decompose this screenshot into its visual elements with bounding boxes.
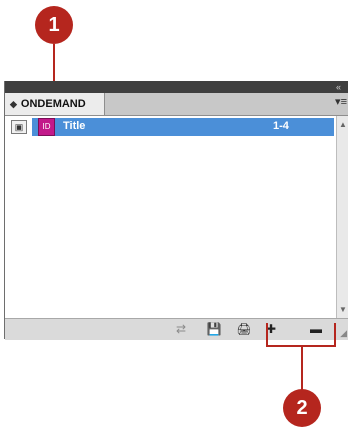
document-pages: 1-4 [273,120,289,132]
panel-tab-row: ◆ ONDEMAND ▾≡ [5,93,348,116]
book-document-list: ▣ ID Title 1-4 [5,116,336,318]
callout-1: 1 [35,6,73,44]
vertical-scrollbar[interactable]: ▲ ▼ [336,116,348,318]
sync-source-icon[interactable]: ▣ [11,120,27,134]
resize-grip-icon[interactable]: ◢ [340,328,347,339]
tab-ondemand[interactable]: ◆ ONDEMAND [5,93,105,115]
callout-2-bracket-left [266,323,268,347]
callout-2: 2 [283,389,321,427]
callout-2-leader [301,345,303,390]
indesign-document-icon: ID [38,118,55,136]
remove-document-icon[interactable]: ▬ [308,322,324,336]
synchronize-icon[interactable]: ⇄ [173,322,189,336]
panel-toolbar: ⇄ 💾 🖨 ✚ ▬ ◢ [5,318,348,340]
tab-arrows-icon: ◆ [10,98,17,109]
collapse-icon[interactable]: « [336,81,341,93]
scroll-down-icon[interactable]: ▼ [339,305,347,314]
panel-titlebar[interactable]: « [5,81,348,93]
callout-2-bracket-right [334,323,336,347]
print-book-icon[interactable]: 🖨 [236,322,252,336]
book-panel: « ◆ ONDEMAND ▾≡ ▣ ID Title 1-4 ▲ ▼ ⇄ 💾 🖨… [4,81,348,340]
document-name: Title [63,120,86,132]
panel-menu-icon[interactable]: ▾≡ [335,95,347,108]
list-item[interactable]: ▣ ID Title 1-4 [5,116,336,138]
tab-label: ONDEMAND [20,98,86,110]
scroll-up-icon[interactable]: ▲ [339,120,347,129]
save-book-icon[interactable]: 💾 [206,322,222,336]
